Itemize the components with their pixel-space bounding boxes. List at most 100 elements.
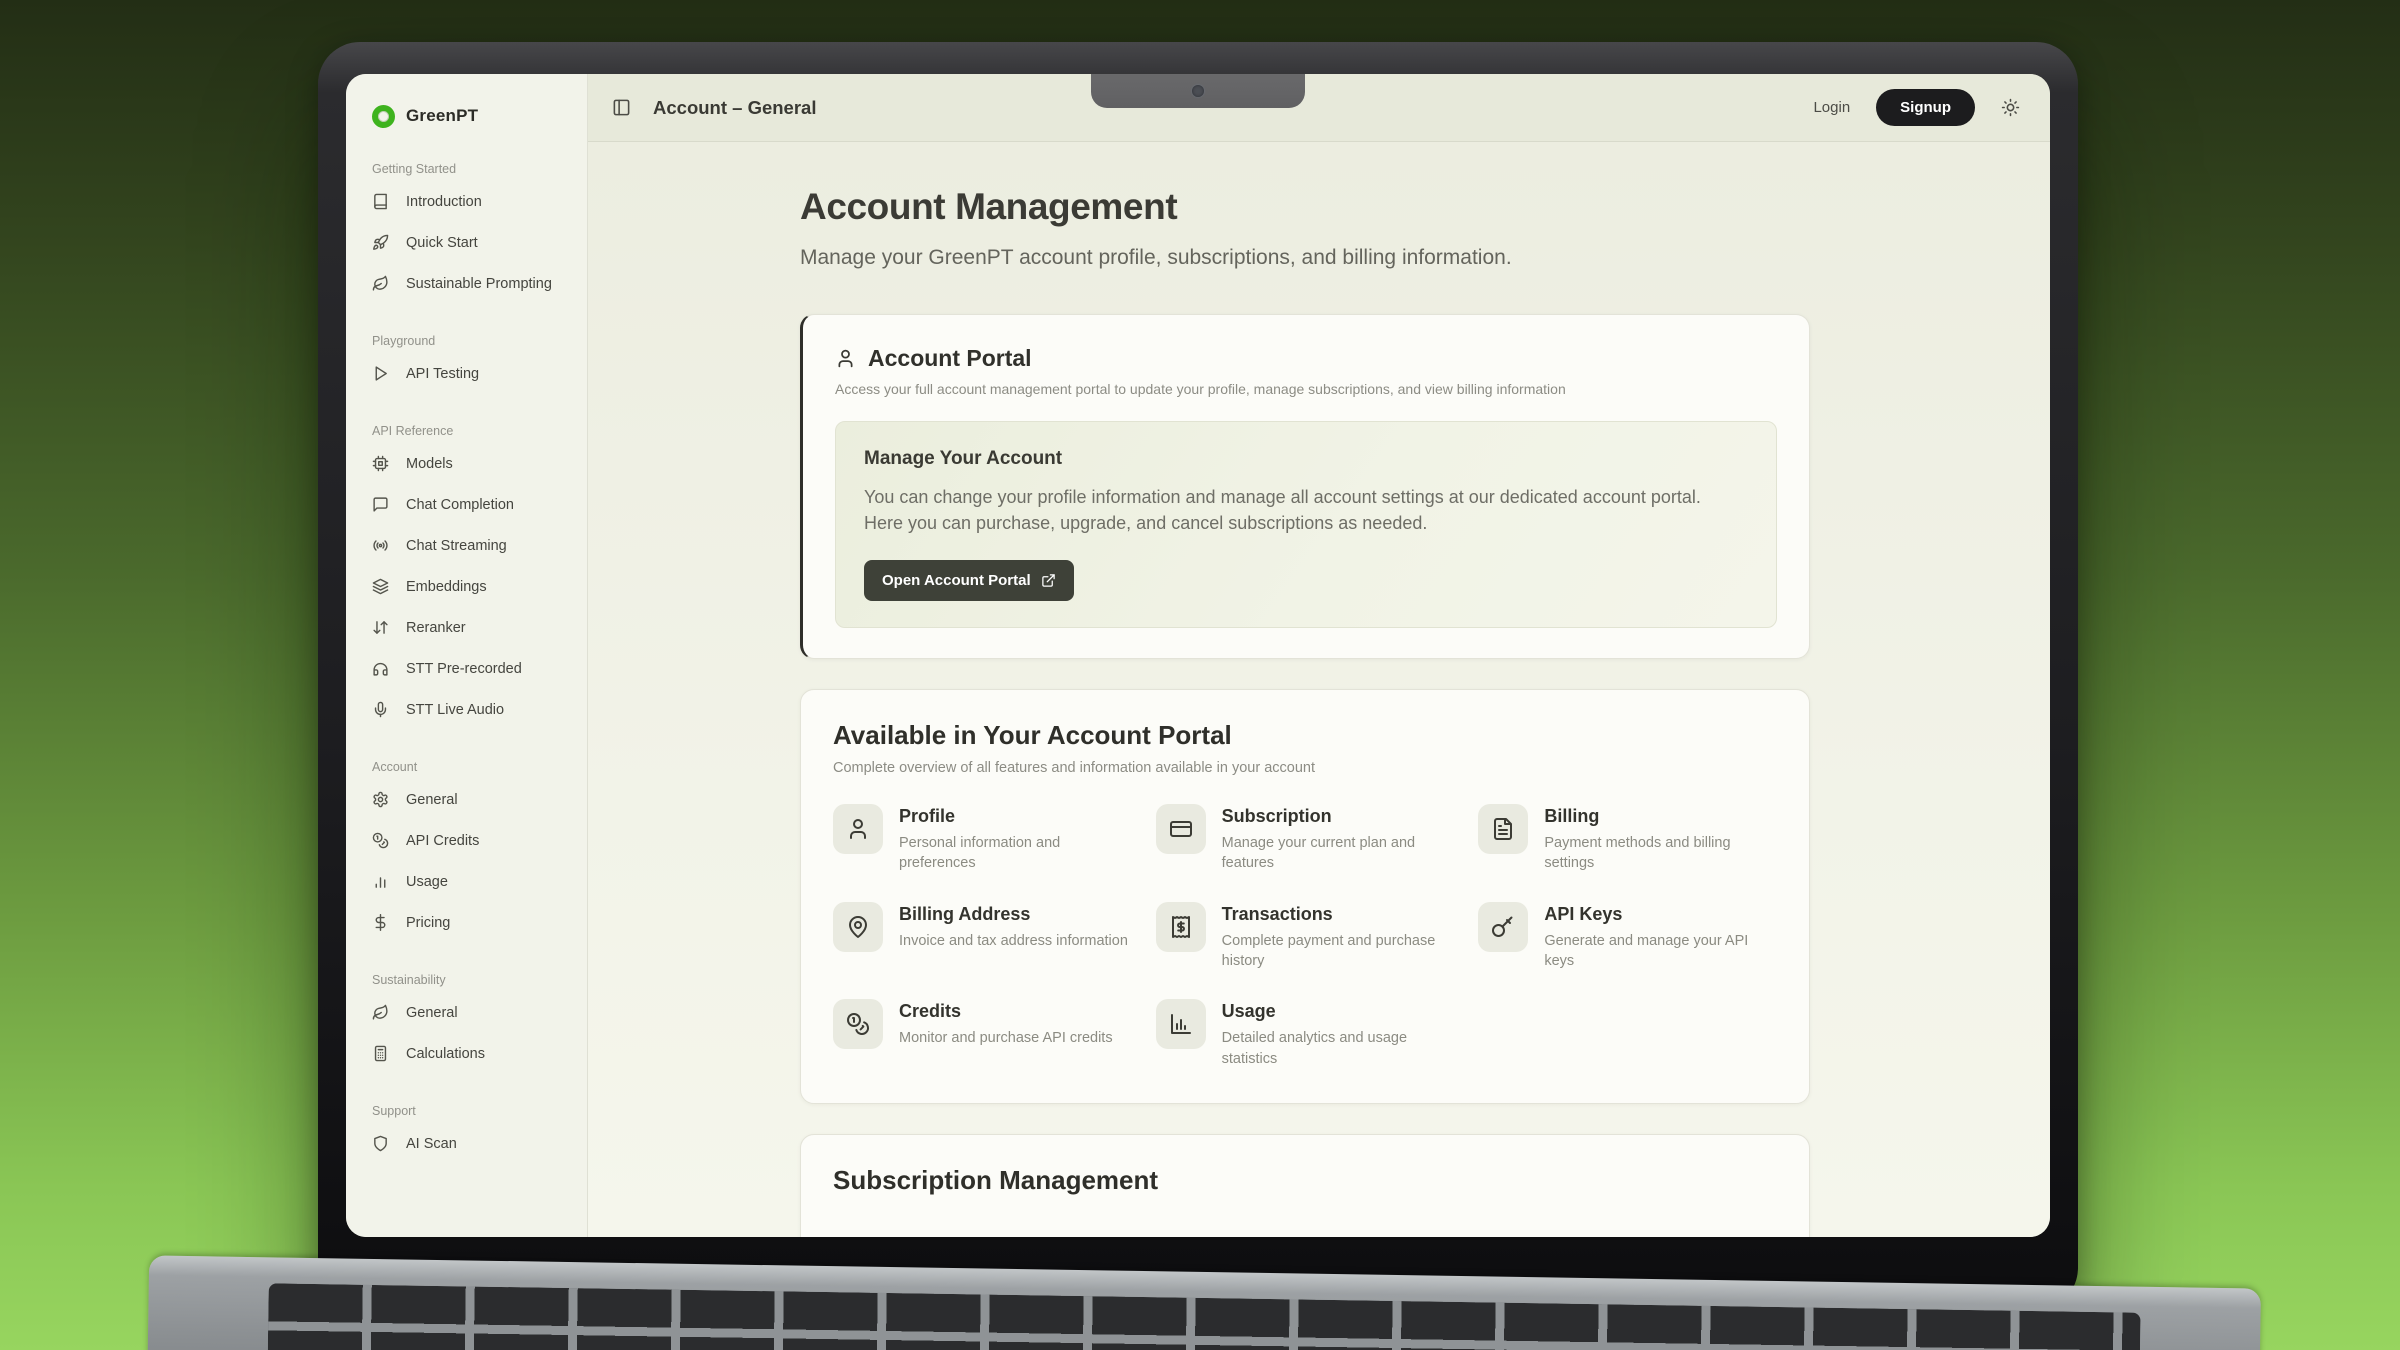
- subscription-management-card: Subscription Management: [800, 1134, 1810, 1237]
- sidebar-item-label: Quick Start: [406, 235, 478, 251]
- feature-api-keys: API Keys Generate and manage your API ke…: [1478, 902, 1777, 972]
- feature-description: Invoice and tax address information: [899, 931, 1128, 951]
- feature-subscription: Subscription Manage your current plan an…: [1156, 804, 1455, 874]
- sidebar-item-label: STT Live Audio: [406, 702, 504, 718]
- coins-icon: [372, 832, 389, 849]
- document-icon: [1491, 817, 1515, 841]
- key-icon: [1491, 915, 1515, 939]
- feature-title: Transactions: [1222, 904, 1455, 925]
- sidebar-item-account-general[interactable]: General: [372, 779, 575, 820]
- brand-logo[interactable]: GreenPT: [372, 100, 575, 132]
- feature-transactions: Transactions Complete payment and purcha…: [1156, 902, 1455, 972]
- sidebar-item-sustainable-prompting[interactable]: Sustainable Prompting: [372, 263, 575, 304]
- sidebar-item-sustainability-general[interactable]: General: [372, 992, 575, 1033]
- sidebar-item-stt-live-audio[interactable]: STT Live Audio: [372, 689, 575, 730]
- account-portal-title: Account Portal: [868, 345, 1032, 372]
- features-grid: Profile Personal information and prefere…: [833, 804, 1777, 1069]
- rocket-icon: [372, 234, 389, 251]
- shield-icon: [372, 1135, 389, 1152]
- page-breadcrumb-title: Account – General: [653, 97, 816, 119]
- laptop-keyboard: [267, 1283, 2140, 1350]
- sidebar-item-models[interactable]: Models: [372, 443, 575, 484]
- sidebar-item-api-testing[interactable]: API Testing: [372, 353, 575, 394]
- section-label: Getting Started: [372, 157, 575, 181]
- sidebar-item-pricing[interactable]: Pricing: [372, 902, 575, 943]
- feature-description: Personal information and preferences: [899, 833, 1132, 874]
- signup-button[interactable]: Signup: [1876, 89, 1975, 126]
- sidebar-section-api-reference: API Reference Models Chat Completion Cha…: [372, 419, 575, 730]
- bar-chart-icon: [1169, 1012, 1193, 1036]
- open-account-portal-button[interactable]: Open Account Portal: [864, 560, 1074, 601]
- open-account-portal-label: Open Account Portal: [882, 572, 1031, 589]
- panel-left-icon[interactable]: [612, 98, 631, 117]
- sidebar: GreenPT Getting Started Introduction Qui…: [346, 74, 588, 1237]
- sidebar-item-api-credits[interactable]: API Credits: [372, 820, 575, 861]
- main-column: Account – General Login Signup Account M…: [588, 74, 2050, 1237]
- desktop-background: GreenPT Getting Started Introduction Qui…: [0, 0, 2400, 1350]
- calculator-icon: [372, 1045, 389, 1062]
- feature-billing-address: Billing Address Invoice and tax address …: [833, 902, 1132, 972]
- sun-icon[interactable]: [2001, 98, 2020, 117]
- sidebar-item-label: Calculations: [406, 1046, 485, 1062]
- laptop-frame: GreenPT Getting Started Introduction Qui…: [318, 42, 2078, 1310]
- play-icon: [372, 365, 389, 382]
- section-label: Account: [372, 755, 575, 779]
- manage-account-body: You can change your profile information …: [864, 484, 1744, 536]
- greenpt-logo-icon: [372, 105, 395, 128]
- camera-notch: [1091, 74, 1305, 108]
- features-card: Available in Your Account Portal Complet…: [800, 689, 1810, 1104]
- user-icon: [835, 348, 856, 369]
- topbar-actions: Login Signup: [1813, 89, 2020, 126]
- sidebar-item-label: Embeddings: [406, 579, 487, 595]
- features-card-title: Available in Your Account Portal: [833, 720, 1777, 751]
- feature-profile: Profile Personal information and prefere…: [833, 804, 1132, 874]
- book-icon: [372, 193, 389, 210]
- sidebar-item-usage[interactable]: Usage: [372, 861, 575, 902]
- sidebar-item-label: Chat Streaming: [406, 538, 507, 554]
- page-content: Account Management Manage your GreenPT a…: [588, 142, 2050, 1237]
- section-label: API Reference: [372, 419, 575, 443]
- feature-title: Credits: [899, 1001, 1113, 1022]
- sidebar-item-label: Pricing: [406, 915, 450, 931]
- user-icon: [846, 817, 870, 841]
- sidebar-item-reranker[interactable]: Reranker: [372, 607, 575, 648]
- sidebar-item-chat-streaming[interactable]: Chat Streaming: [372, 525, 575, 566]
- manage-account-panel: Manage Your Account You can change your …: [835, 421, 1777, 628]
- arrow-up-down-icon: [372, 619, 389, 636]
- sidebar-item-ai-scan[interactable]: AI Scan: [372, 1123, 575, 1164]
- sidebar-item-calculations[interactable]: Calculations: [372, 1033, 575, 1074]
- feature-title: Subscription: [1222, 806, 1455, 827]
- feature-title: API Keys: [1544, 904, 1777, 925]
- section-label: Support: [372, 1099, 575, 1123]
- bar-chart-icon: [372, 873, 389, 890]
- dollar-icon: [372, 914, 389, 931]
- sidebar-section-playground: Playground API Testing: [372, 329, 575, 394]
- sidebar-section-sustainability: Sustainability General Calculations: [372, 968, 575, 1074]
- feature-description: Generate and manage your API keys: [1544, 931, 1777, 972]
- sidebar-item-label: API Testing: [406, 366, 479, 382]
- gear-icon: [372, 791, 389, 808]
- features-card-subtitle: Complete overview of all features and in…: [833, 760, 1777, 776]
- manage-account-title: Manage Your Account: [864, 448, 1748, 470]
- sidebar-item-label: Models: [406, 456, 453, 472]
- sidebar-item-stt-pre-recorded[interactable]: STT Pre-recorded: [372, 648, 575, 689]
- sidebar-item-embeddings[interactable]: Embeddings: [372, 566, 575, 607]
- cpu-icon: [372, 455, 389, 472]
- feature-description: Monitor and purchase API credits: [899, 1028, 1113, 1048]
- feature-description: Detailed analytics and usage statistics: [1222, 1028, 1455, 1069]
- section-label: Playground: [372, 329, 575, 353]
- map-pin-icon: [846, 915, 870, 939]
- webcam-icon: [1192, 85, 1204, 97]
- sidebar-item-introduction[interactable]: Introduction: [372, 181, 575, 222]
- microphone-icon: [372, 701, 389, 718]
- feature-description: Manage your current plan and features: [1222, 833, 1455, 874]
- external-link-icon: [1041, 573, 1056, 588]
- sidebar-section-support: Support AI Scan: [372, 1099, 575, 1164]
- sidebar-item-label: Chat Completion: [406, 497, 514, 513]
- sidebar-item-quick-start[interactable]: Quick Start: [372, 222, 575, 263]
- sidebar-item-chat-completion[interactable]: Chat Completion: [372, 484, 575, 525]
- login-link[interactable]: Login: [1813, 99, 1850, 116]
- section-label: Sustainability: [372, 968, 575, 992]
- sidebar-item-label: General: [406, 792, 458, 808]
- headphones-icon: [372, 660, 389, 677]
